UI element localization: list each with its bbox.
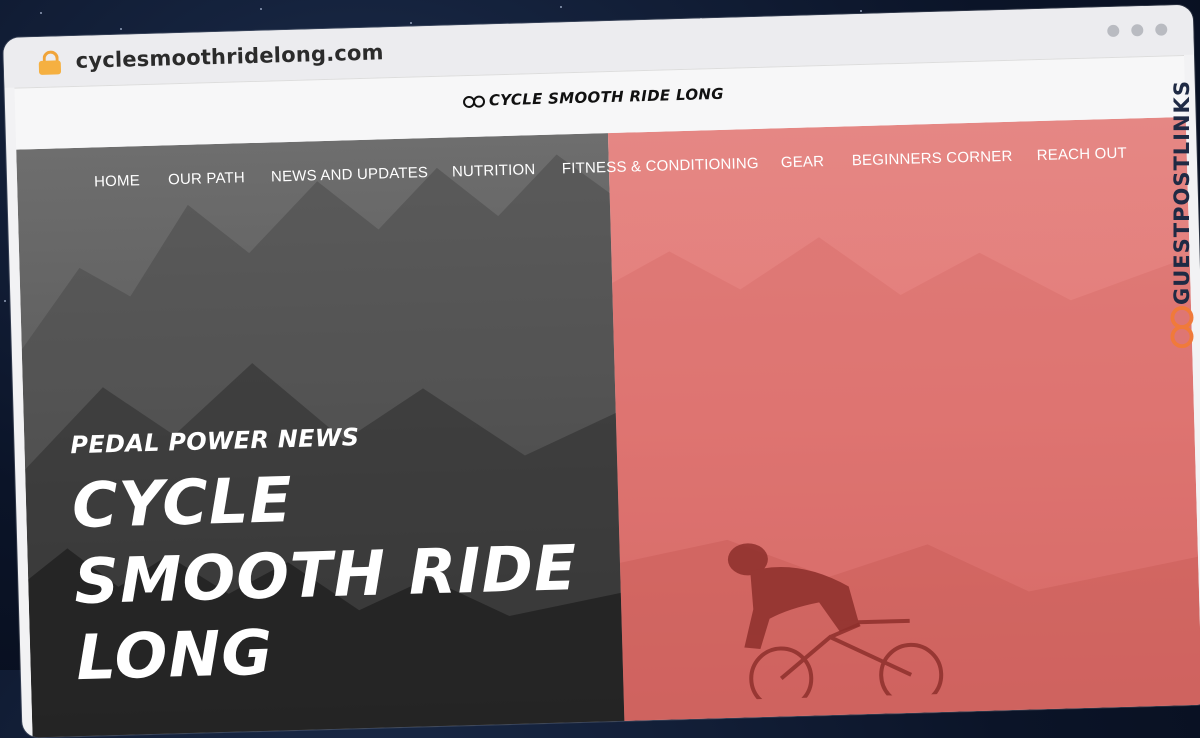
nav-item-news-and-updates[interactable]: NEWS AND UPDATES xyxy=(271,164,429,185)
site-logo[interactable]: CYCLE SMOOTH RIDE LONG xyxy=(463,85,724,110)
nav-item-fitness-conditioning[interactable]: FITNESS & CONDITIONING xyxy=(562,155,759,177)
window-dot[interactable] xyxy=(1107,24,1120,38)
hero-section: HOME OUR PATH NEWS AND UPDATES NUTRITION… xyxy=(16,116,1200,738)
nav-item-gear[interactable]: GEAR xyxy=(781,153,825,171)
headline-line: SMOOTH RIDE xyxy=(73,531,579,619)
lock-icon xyxy=(37,50,62,75)
nav-item-reach-out[interactable]: REACH OUT xyxy=(1037,145,1128,165)
watermark-text: GUESTPOSTLINKS xyxy=(1170,80,1194,305)
browser-window: cyclesmoothridelong.com CYCLE SMOOTH RID… xyxy=(3,4,1200,738)
nav-item-nutrition[interactable]: NUTRITION xyxy=(452,161,536,180)
nav-item-our-path[interactable]: OUR PATH xyxy=(168,169,245,188)
window-dot[interactable] xyxy=(1131,24,1144,37)
bicycle-icon xyxy=(463,94,485,109)
nav-item-beginners-corner[interactable]: BEGINNERS CORNER xyxy=(852,148,1013,169)
window-dot[interactable] xyxy=(1155,23,1168,36)
headline-line: CYCLE xyxy=(71,463,294,543)
headline-line: LONG xyxy=(75,615,275,695)
cyclist-silhouette xyxy=(727,543,944,701)
window-controls xyxy=(1107,23,1168,38)
hero-headline: CYCLE SMOOTH RIDE LONG xyxy=(71,454,580,696)
chain-link-icon xyxy=(1170,306,1194,349)
nav-item-home[interactable]: HOME xyxy=(94,172,140,190)
logo-text: CYCLE SMOOTH RIDE LONG xyxy=(488,84,725,110)
tilted-screenshot: cyclesmoothridelong.com CYCLE SMOOTH RID… xyxy=(0,0,1200,738)
address-bar-url[interactable]: cyclesmoothridelong.com xyxy=(75,40,384,73)
